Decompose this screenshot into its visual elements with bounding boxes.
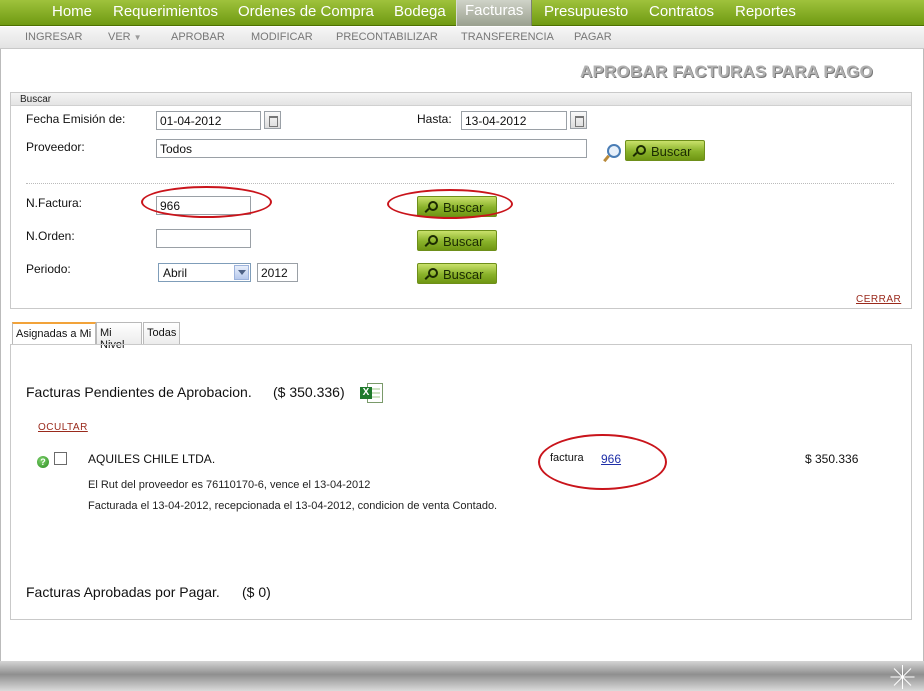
proveedor-label: Proveedor: [26,140,85,154]
buscar-button-label: Buscar [443,200,484,215]
buscar-button-label: Buscar [651,144,692,159]
nav-facturas[interactable]: Facturas [456,0,533,26]
search-supplier-icon[interactable] [602,143,621,163]
buscar-orden-button[interactable]: Buscar [417,230,497,251]
search-icon [425,268,438,280]
search-icon [633,145,646,157]
fecha-desde-input[interactable]: 01-04-2012 [156,111,261,130]
fecha-hasta-input[interactable]: 13-04-2012 [461,111,567,130]
norden-input[interactable] [156,229,251,248]
subnav-precontabilizar[interactable]: PRECONTABILIZAR [336,31,438,43]
excel-x-mark: X [360,387,372,399]
help-icon[interactable]: ? [37,456,49,468]
nav-bodega[interactable]: Bodega [394,3,446,20]
hasta-label: Hasta: [417,112,452,126]
pending-title: Facturas Pendientes de Aprobacion. [26,384,252,400]
page-border-left [0,49,1,661]
invoice-number-link[interactable]: 966 [601,452,621,466]
calendar-icon[interactable] [264,111,281,129]
subnav-transferencia[interactable]: TRANSFERENCIA [461,31,554,43]
search-icon [425,235,438,247]
invoice-amount: $ 350.336 [805,452,859,466]
periodo-label: Periodo: [26,262,71,276]
tab-mi-nivel[interactable]: Mi Nivel [96,322,142,351]
invoice-row-checkbox[interactable] [54,452,67,465]
search-panel-title: Buscar [20,94,52,105]
approved-title: Facturas Aprobadas por Pagar. [26,584,220,600]
nfactura-label: N.Factura: [26,196,83,210]
invoice-detail-line-1: El Rut del proveedor es 76110170-6, venc… [88,479,371,491]
subnav-ver[interactable]: VER ▼ [108,31,142,43]
search-panel-header: Buscar [11,93,911,106]
tab-todas[interactable]: Todas [143,322,180,344]
buscar-periodo-button[interactable]: Buscar [417,263,497,284]
periodo-year-input[interactable]: 2012 [257,263,298,282]
nav-requerimientos[interactable]: Requerimientos [113,3,218,20]
divider [26,183,894,184]
norden-label: N.Orden: [26,229,75,243]
buscar-proveedor-button[interactable]: Buscar [625,140,705,161]
nfactura-input[interactable]: 966 [156,196,251,215]
chevron-down-icon: ▼ [133,33,142,42]
excel-icon[interactable]: X [360,382,384,404]
sub-nav: INGRESAR VER ▼ APROBAR MODIFICAR PRECONTA… [0,27,924,49]
subnav-modificar[interactable]: MODIFICAR [251,31,313,43]
app-window: Home Requerimientos Ordenes de Compra Bo… [0,0,924,691]
page-title: APROBAR FACTURAS PARA PAGO [580,62,873,81]
buscar-button-label: Buscar [443,234,484,249]
nav-presupuesto[interactable]: Presupuesto [544,3,628,20]
sparkle-icon [890,665,916,689]
nav-home[interactable]: Home [52,3,92,20]
nav-reportes[interactable]: Reportes [735,3,796,20]
chevron-down-icon [234,265,249,280]
subnav-ingresar[interactable]: INGRESAR [25,31,82,43]
invoice-supplier: AQUILES CHILE LTDA. [88,452,216,466]
pending-amount: ($ 350.336) [273,384,345,400]
search-icon [425,201,438,213]
nav-ordenes-de-compra[interactable]: Ordenes de Compra [238,3,374,20]
nav-contratos[interactable]: Contratos [649,3,714,20]
ocultar-link[interactable]: OCULTAR [38,422,88,433]
invoice-detail-line-2: Facturada el 13-04-2012, recepcionada el… [88,500,498,512]
subnav-ver-label: VER [108,31,131,43]
fecha-emision-label: Fecha Emisión de: [26,112,126,126]
proveedor-input[interactable]: Todos [156,139,587,158]
subnav-aprobar[interactable]: APROBAR [171,31,225,43]
footer-bar [0,661,924,691]
calendar-icon[interactable] [570,111,587,129]
buscar-factura-button[interactable]: Buscar [417,196,497,217]
main-nav: Home Requerimientos Ordenes de Compra Bo… [0,0,924,26]
periodo-month-select[interactable]: Abril [158,263,251,282]
buscar-button-label: Buscar [443,267,484,282]
tab-asignadas-a-mi[interactable]: Asignadas a Mi [12,322,96,345]
cerrar-link[interactable]: CERRAR [856,294,901,305]
periodo-month-value: Abril [163,266,188,280]
invoice-doc-type: factura [550,452,584,464]
subnav-pagar[interactable]: PAGAR [574,31,612,43]
approved-amount: ($ 0) [242,584,271,600]
